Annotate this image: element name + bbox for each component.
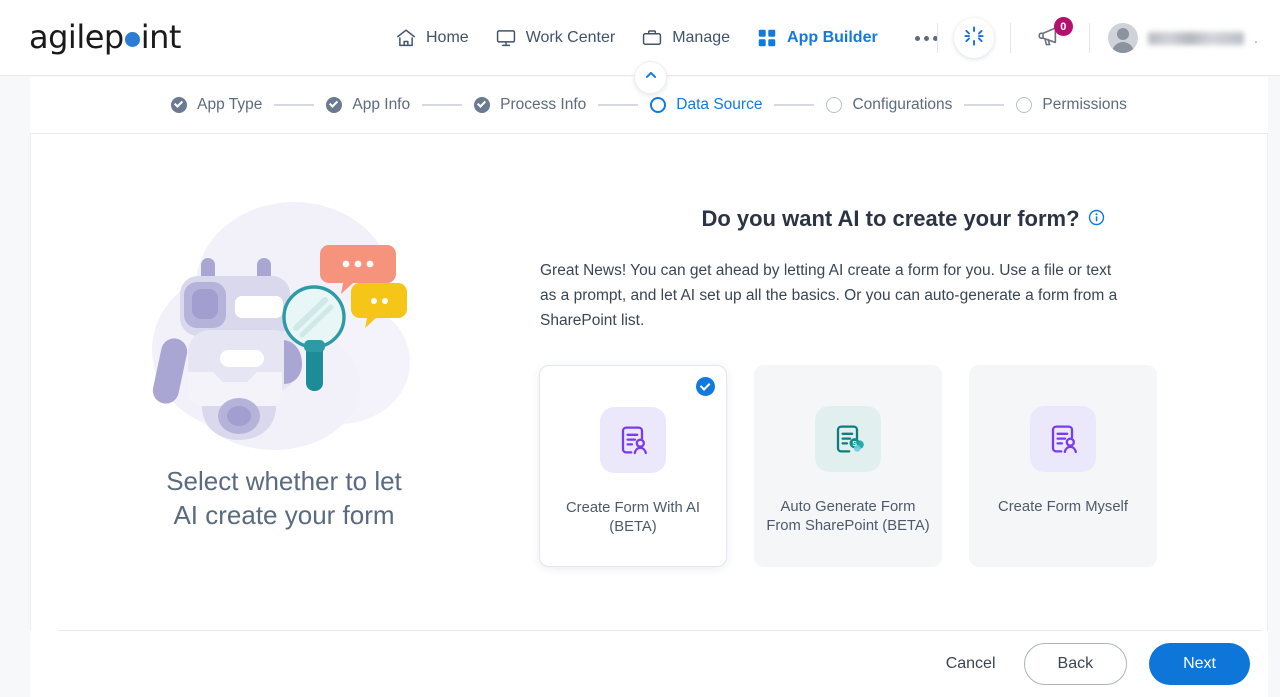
home-icon — [395, 27, 417, 49]
ai-pinwheel-icon — [963, 25, 985, 52]
nav-item-home-label: Home — [426, 29, 469, 46]
step-permissions-status-icon — [1016, 97, 1033, 113]
nav-item-work-center[interactable]: Work Center — [482, 21, 629, 55]
avatar — [1107, 23, 1138, 53]
right-gutter — [1268, 77, 1280, 697]
step-configurations-status-icon — [826, 97, 843, 113]
step-data-source[interactable]: Data Source — [650, 96, 762, 114]
header-divider-2 — [1009, 23, 1011, 53]
user-name-redacted — [1147, 31, 1244, 45]
ai-assistant-button[interactable] — [953, 18, 994, 58]
agilepoint-logo[interactable]: agilep int — [29, 18, 181, 56]
option-label-auto-generate-sharepoint: Auto Generate Form From SharePoint (BETA… — [760, 498, 935, 536]
left-gutter — [0, 77, 30, 697]
option-card-auto-generate-sharepoint[interactable]: S Auto Generate Form From SharePoint (BE… — [754, 365, 942, 567]
form-person-purple-icon — [600, 407, 666, 473]
left-illustration-column: Select whether to let AI create your for… — [30, 134, 538, 630]
wizard-footer: Cancel Back Next — [30, 631, 1268, 697]
main-navigation: Home Work Center Manage App Builder — [382, 0, 952, 76]
option-card-create-form-with-ai[interactable]: Create Form With AI (BETA) — [539, 365, 727, 567]
step-permissions-label: Permissions — [1042, 96, 1127, 113]
header-divider-3 — [1088, 23, 1090, 53]
selected-check-icon — [696, 377, 715, 396]
announcements-badge: 0 — [1053, 17, 1073, 36]
briefcase-icon — [641, 27, 663, 49]
option-label-line2: From SharePoint (BETA) — [766, 518, 930, 534]
nav-item-manage-label: Manage — [672, 29, 731, 46]
left-caption-line1: Select whether to let — [166, 466, 402, 496]
nav-item-home[interactable]: Home — [382, 21, 482, 55]
header-divider-1 — [936, 23, 938, 53]
step-configurations[interactable]: Configurations — [826, 96, 952, 114]
step-connector-4 — [774, 104, 815, 106]
step-connector-3 — [598, 104, 639, 106]
info-icon[interactable] — [1088, 206, 1105, 232]
wizard-body: Select whether to let AI create your for… — [30, 134, 1268, 630]
nav-item-work-center-label: Work Center — [525, 29, 616, 46]
option-label-create-form-with-ai: Create Form With AI (BETA) — [560, 499, 706, 537]
step-app-info[interactable]: App Info — [326, 96, 410, 114]
step-process-info-status-icon — [474, 97, 491, 113]
nav-item-app-builder-label: App Builder — [787, 29, 878, 46]
step-app-info-status-icon — [326, 97, 343, 113]
step-process-info-label: Process Info — [500, 96, 587, 113]
left-caption-line2: AI create your form — [173, 500, 395, 530]
nav-item-app-builder[interactable]: App Builder — [743, 21, 891, 55]
header-actions: 0 . — [936, 0, 1272, 76]
option-label-line1: Auto Generate Form — [780, 499, 916, 515]
step-permissions[interactable]: Permissions — [1016, 96, 1127, 114]
page-description: Great News! You can get ahead by letting… — [540, 262, 1118, 329]
option-label-create-form-myself: Create Form Myself — [992, 498, 1134, 517]
step-app-info-label: App Info — [352, 96, 411, 113]
grid-icon — [756, 27, 778, 49]
page-title-row: Do you want AI to create your form? — [538, 206, 1268, 232]
data-source-options: Create Form With AI (BETA) S Auto Genera… — [538, 365, 1268, 567]
option-label-line1: Create Form Myself — [998, 499, 1128, 515]
user-menu-caret: . — [1253, 29, 1258, 47]
option-label-line2: (BETA) — [609, 519, 657, 535]
logo-text-left: agilep — [29, 18, 124, 56]
nav-item-manage[interactable]: Manage — [628, 21, 743, 55]
step-connector-5 — [964, 104, 1005, 106]
robot-with-magnifier-illustration — [144, 190, 424, 458]
step-configurations-label: Configurations — [852, 96, 953, 113]
cancel-button[interactable]: Cancel — [940, 647, 1002, 681]
next-button[interactable]: Next — [1149, 643, 1250, 685]
option-label-line1: Create Form With AI — [565, 500, 701, 516]
step-app-type-label: App Type — [197, 96, 263, 113]
right-content-column: Do you want AI to create your form? Grea… — [538, 134, 1268, 630]
step-connector-2 — [422, 104, 463, 106]
step-data-source-status-icon — [650, 97, 667, 113]
form-sharepoint-teal-icon: S — [815, 406, 881, 472]
option-card-create-form-myself[interactable]: Create Form Myself — [969, 365, 1157, 567]
svg-text:S: S — [852, 441, 857, 448]
logo-dot-icon — [124, 32, 140, 47]
step-data-source-label: Data Source — [676, 96, 763, 113]
step-app-type-status-icon — [171, 97, 188, 113]
step-connector-1 — [274, 104, 315, 106]
page-title: Do you want AI to create your form? — [701, 206, 1080, 231]
back-button[interactable]: Back — [1023, 643, 1128, 685]
collapse-header-toggle[interactable] — [634, 61, 667, 94]
logo-text-right: int — [140, 18, 182, 56]
step-app-type[interactable]: App Type — [171, 96, 262, 114]
announcements-button[interactable]: 0 — [1033, 17, 1073, 55]
step-process-info[interactable]: Process Info — [474, 96, 586, 114]
form-person-purple-icon — [1030, 406, 1096, 472]
left-caption: Select whether to let AI create your for… — [166, 464, 402, 532]
monitor-icon — [495, 27, 517, 49]
user-menu[interactable]: . — [1107, 23, 1258, 53]
chevron-up-icon — [644, 68, 658, 87]
